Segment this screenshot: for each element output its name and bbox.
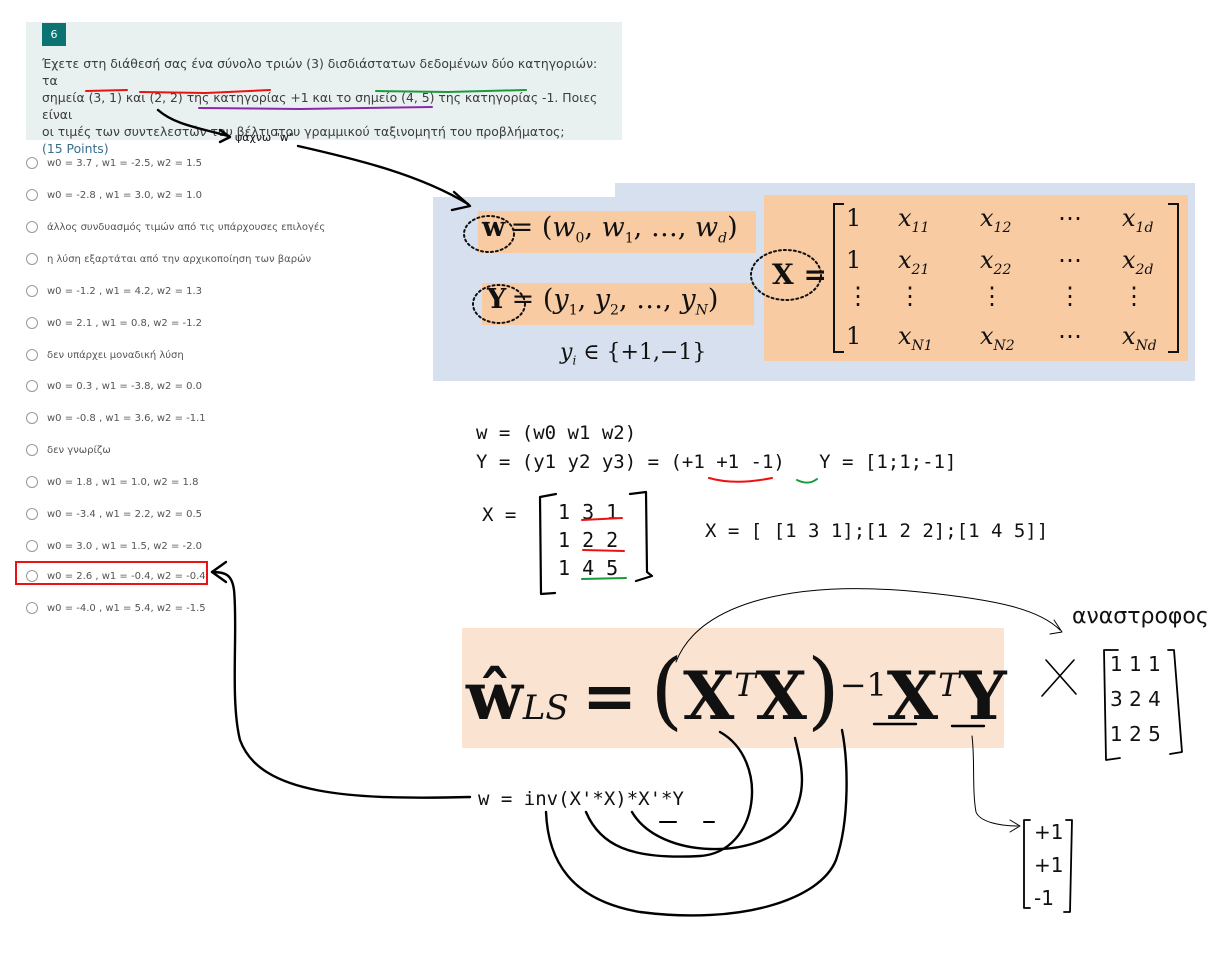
- handwritten-strokes: [85, 89, 1183, 917]
